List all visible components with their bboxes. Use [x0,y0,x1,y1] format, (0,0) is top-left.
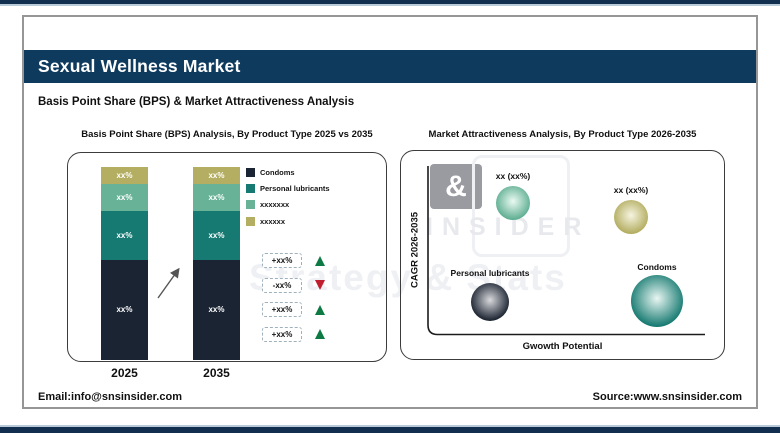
change-row: +xx% [262,302,325,317]
bar-segment-personal-lubricants: xx% [101,211,148,259]
bar-segment-condoms: xx% [193,260,240,360]
year-label: 2035 [183,366,250,380]
change-value: -xx% [273,281,292,290]
bottom-navy-bar [0,427,780,433]
bubble-personal-lubricants [471,283,509,321]
year-label: 2025 [91,366,158,380]
legend-swatch [246,168,255,177]
legend-swatch [246,217,255,226]
footer-source: Source:www.snsinsider.com [593,391,742,403]
bar-segment-xxxxxx: xx% [101,167,148,184]
x-axis-label: Gwowth Potential [401,341,724,352]
bar-segment-value: xx% [208,193,224,202]
triangle-up-icon [315,256,325,266]
change-row: +xx% [262,327,325,342]
bar-segment-xxxxxx: xx% [193,167,240,184]
legend-item: xxxxxxx [246,200,330,209]
bar-segment-xxxxxxx: xx% [193,184,240,211]
growth-arrow-icon [150,261,190,305]
bubble-label: xx (xx%) [614,185,649,195]
bar-segment-personal-lubricants: xx% [193,211,240,259]
title-bar: Sexual Wellness Market [24,50,756,83]
bar-segment-value: xx% [116,171,132,180]
footer-email: Email:info@snsinsider.com [38,391,182,403]
legend-label: xxxxxx [255,217,285,226]
stacked-bar-2035: xx% xx% xx% xx% [193,167,240,360]
page-title: Sexual Wellness Market [24,50,756,83]
bubble-xx-xx- [496,186,530,220]
stacked-bar-2025: xx% xx% xx% xx% [101,167,148,360]
triangle-up-icon [315,305,325,315]
change-value-box: -xx% [262,278,302,293]
bubble-xx-xx- [614,200,648,234]
attractiveness-chart-title: Market Attractiveness Analysis, By Produ… [400,129,725,140]
change-value: +xx% [272,256,293,265]
bar-segment-value: xx% [208,231,224,240]
change-value: +xx% [272,305,293,314]
legend-item: Condoms [246,168,330,177]
change-value-box: +xx% [262,327,302,342]
bar-segment-value: xx% [116,305,132,314]
legend-swatch [246,184,255,193]
bar-segment-value: xx% [116,193,132,202]
legend-item: xxxxxx [246,217,330,226]
change-value-box: +xx% [262,253,302,268]
change-value-box: +xx% [262,302,302,317]
triangle-down-icon [315,280,325,290]
attractiveness-chart-panel: CAGR 2026-2035 Gwowth Potential xx (xx%)… [400,150,725,360]
legend-label: Condoms [255,168,295,177]
change-row: +xx% [262,253,325,268]
bar-segment-value: xx% [208,171,224,180]
bps-chart-title: Basis Point Share (BPS) Analysis, By Pro… [67,129,387,140]
bubble-label: Condoms [637,262,676,272]
bar-segment-condoms: xx% [101,260,148,360]
bubble-condoms [631,275,683,327]
bps-change-indicators: +xx% -xx% +xx% +xx% [262,253,325,351]
change-row: -xx% [262,278,325,293]
bubble-label: xx (xx%) [496,171,531,181]
subtitle: Basis Point Share (BPS) & Market Attract… [38,96,354,108]
bar-segment-value: xx% [116,231,132,240]
report-card: & INSIDER Strategy & Stats Sexual Wellne… [22,15,758,409]
legend-item: Personal lubricants [246,184,330,193]
triangle-up-icon [315,329,325,339]
bar-segment-xxxxxxx: xx% [101,184,148,211]
bar-segment-value: xx% [208,305,224,314]
change-value: +xx% [272,330,293,339]
axes-lines [401,151,726,361]
legend-swatch [246,200,255,209]
legend: CondomsPersonal lubricantsxxxxxxxxxxxxx [246,168,330,233]
top-accent-line [0,4,780,6]
legend-label: Personal lubricants [255,184,330,193]
legend-label: xxxxxxx [255,200,289,209]
y-axis-label: CAGR 2026-2035 [410,212,421,288]
bubble-label: Personal lubricants [451,268,530,278]
